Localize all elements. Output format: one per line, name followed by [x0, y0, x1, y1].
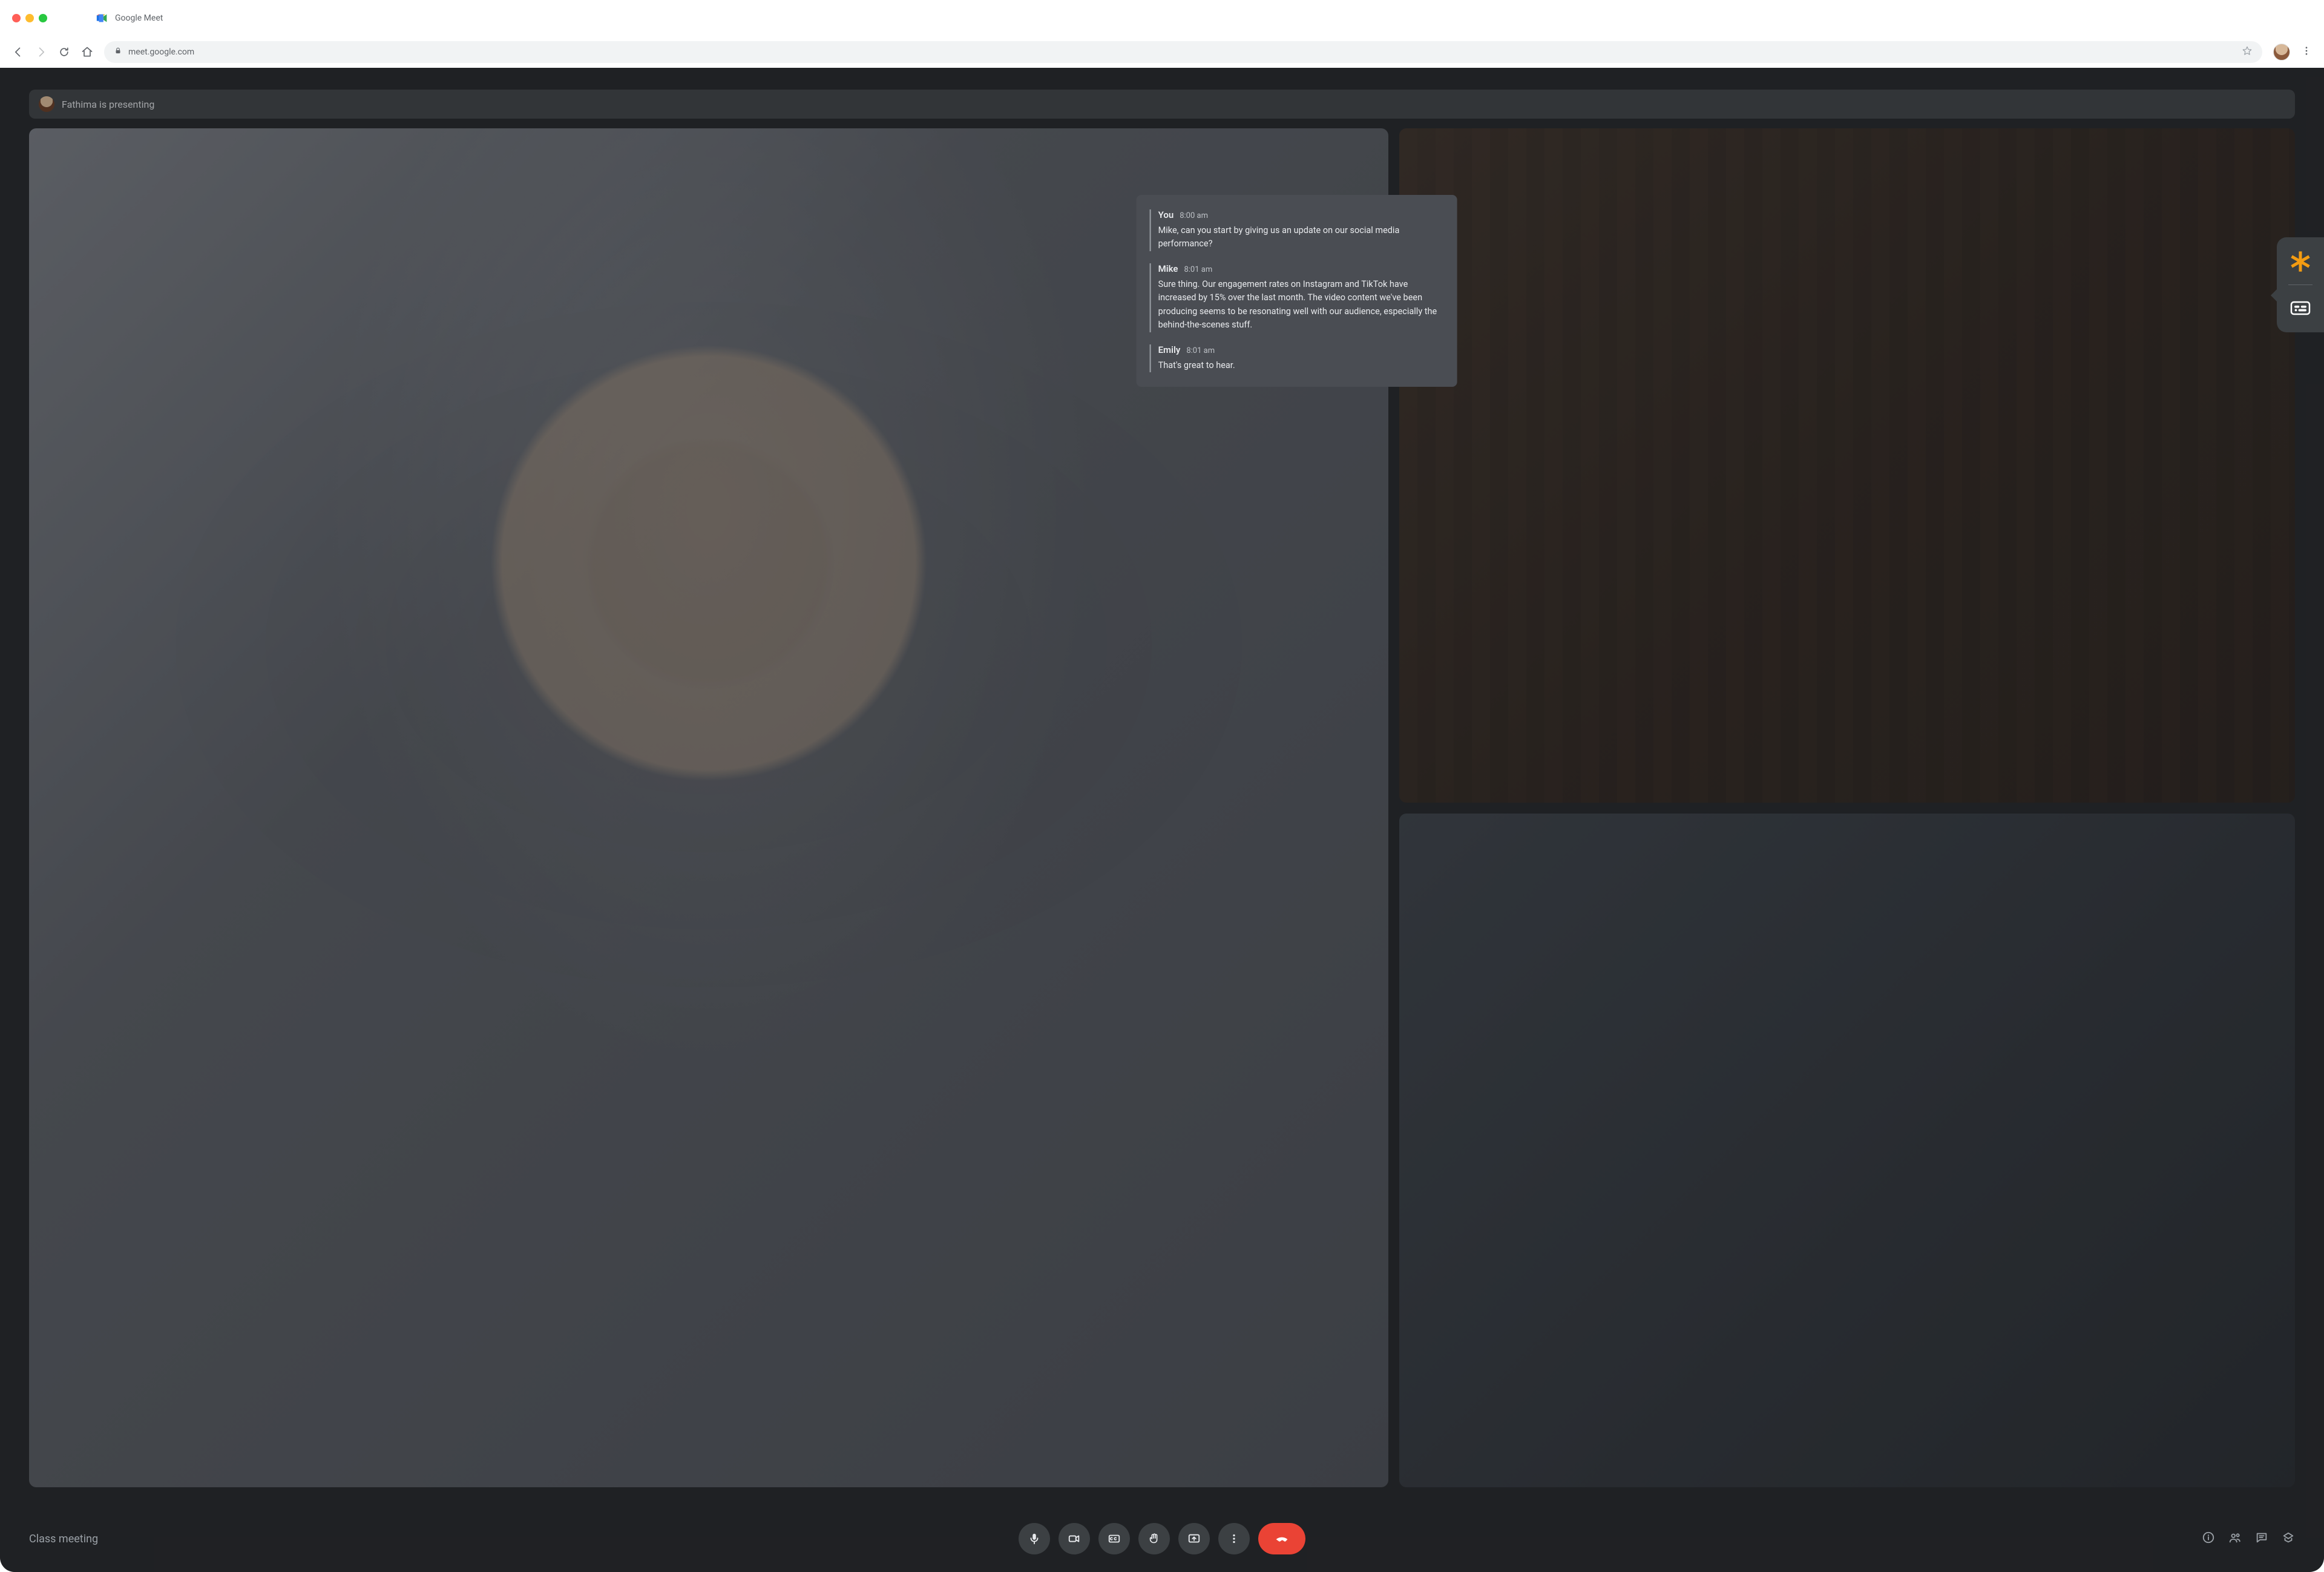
- meeting-name: Class meeting: [29, 1533, 98, 1545]
- microphone-button[interactable]: [1019, 1523, 1050, 1554]
- title-bar: Google Meet: [0, 0, 2324, 36]
- profile-avatar[interactable]: [2273, 44, 2290, 61]
- separator: [2288, 284, 2313, 285]
- chat-author: You: [1158, 209, 1174, 220]
- browser-tab[interactable]: Google Meet: [96, 12, 163, 25]
- participant-tile[interactable]: [1399, 814, 2295, 1488]
- chat-time: 8:00 am: [1180, 211, 1208, 220]
- presenting-text: Fathima is presenting: [62, 99, 154, 110]
- reload-button[interactable]: [58, 46, 70, 58]
- close-window-button[interactable]: [12, 14, 21, 22]
- presenter-avatar: [39, 96, 54, 112]
- lock-icon: [114, 47, 122, 58]
- browser-menu-button[interactable]: [2301, 45, 2312, 59]
- tab-title: Google Meet: [115, 13, 163, 23]
- meeting-details-button[interactable]: [2202, 1531, 2215, 1547]
- participant-tile[interactable]: [1399, 128, 2295, 803]
- chat-time: 8:01 am: [1186, 346, 1215, 355]
- extension-captions-button[interactable]: [2286, 294, 2315, 323]
- presenting-banner: Fathima is presenting: [29, 90, 2295, 119]
- google-meet-icon: [96, 12, 109, 25]
- call-controls: [1019, 1523, 1305, 1554]
- live-captions-panel: You 8:00 am Mike, can you start by givin…: [1137, 195, 1457, 387]
- activities-button[interactable]: [2282, 1531, 2295, 1547]
- bottom-bar: Class meeting: [0, 1505, 2324, 1572]
- browser-toolbar: meet.google.com: [0, 36, 2324, 68]
- maximize-window-button[interactable]: [39, 14, 47, 22]
- hangup-button[interactable]: [1258, 1523, 1305, 1554]
- address-bar[interactable]: meet.google.com: [104, 41, 2262, 63]
- bookmark-star-icon[interactable]: [2242, 45, 2253, 59]
- chat-button[interactable]: [2255, 1531, 2268, 1547]
- chat-body: Mike, can you start by giving us an upda…: [1158, 224, 1444, 251]
- more-options-button[interactable]: [1218, 1523, 1250, 1554]
- present-screen-button[interactable]: [1178, 1523, 1210, 1554]
- chat-message: You 8:00 am Mike, can you start by givin…: [1150, 209, 1444, 251]
- extension-panel: [2277, 237, 2324, 332]
- right-tools: [2202, 1531, 2295, 1547]
- chat-time: 8:01 am: [1184, 265, 1212, 274]
- camera-button[interactable]: [1059, 1523, 1090, 1554]
- captions-button[interactable]: [1098, 1523, 1130, 1554]
- minimize-window-button[interactable]: [25, 14, 34, 22]
- participants-button[interactable]: [2228, 1531, 2242, 1547]
- chat-body: That's great to hear.: [1158, 359, 1444, 372]
- extension-asterisk-button[interactable]: [2286, 247, 2315, 276]
- meet-content: Fathima is presenting You 8:00 am Mike, …: [0, 68, 2324, 1572]
- chat-body: Sure thing. Our engagement rates on Inst…: [1158, 278, 1444, 332]
- chat-message: Mike 8:01 am Sure thing. Our engagement …: [1150, 263, 1444, 332]
- side-column: [1399, 128, 2295, 1487]
- browser-window: Google Meet meet.google.com: [0, 0, 2324, 1572]
- window-controls: [12, 14, 47, 22]
- back-button[interactable]: [12, 46, 24, 58]
- chat-author: Emily: [1158, 344, 1181, 355]
- url-text: meet.google.com: [128, 47, 194, 57]
- chat-message: Emily 8:01 am That's great to hear.: [1150, 344, 1444, 372]
- home-button[interactable]: [81, 46, 93, 58]
- raise-hand-button[interactable]: [1138, 1523, 1170, 1554]
- chat-author: Mike: [1158, 263, 1178, 274]
- forward-button[interactable]: [35, 46, 47, 58]
